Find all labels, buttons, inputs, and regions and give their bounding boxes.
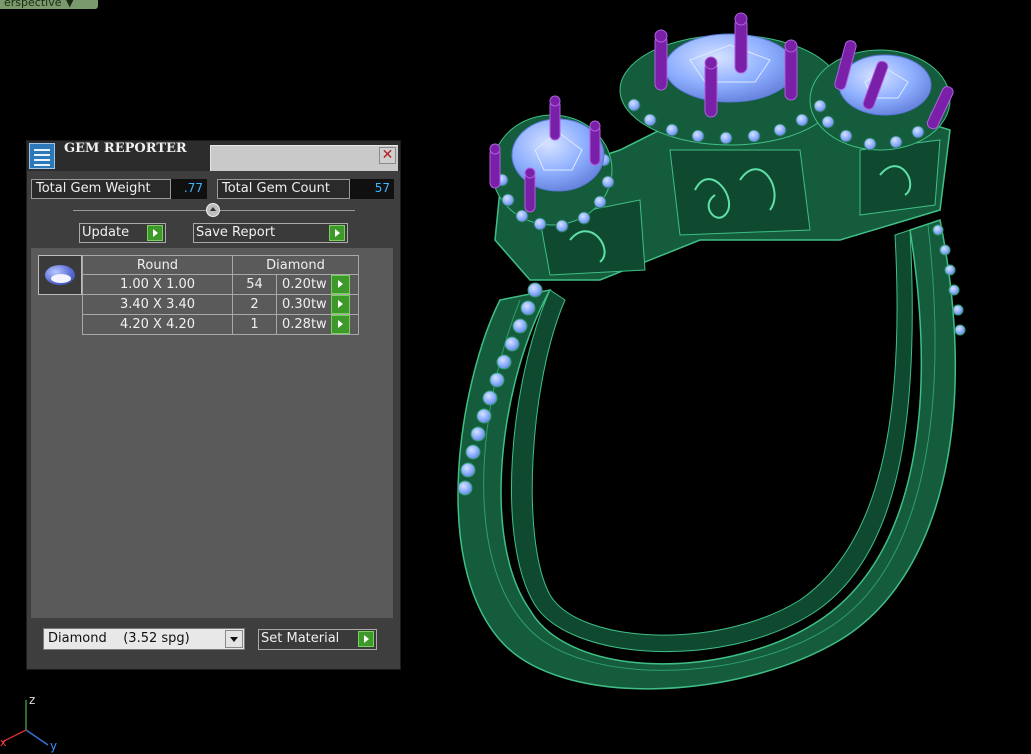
y-axis-line (25, 729, 49, 746)
gem-reporter-icon (29, 143, 55, 169)
total-gem-weight-label: Total Gem Weight (31, 179, 171, 199)
material-select-value: Diamond (3.52 spg) (48, 631, 190, 646)
row-select-icon[interactable] (330, 295, 350, 314)
ring-3d-render[interactable] (440, 0, 1031, 754)
axes-gizmo: z y x (0, 693, 57, 753)
gem-weight: 0.30tw (282, 297, 327, 312)
table-header-row: Round Diamond (82, 255, 359, 275)
header-material: Diamond (232, 255, 359, 275)
z-axis-label: z (29, 693, 35, 707)
gem-size: 4.20 X 4.20 (82, 314, 233, 335)
play-arrow-icon (147, 225, 163, 241)
viewport-dropdown-icon[interactable]: ▼ (65, 0, 73, 8)
update-button[interactable]: Update (79, 223, 166, 243)
set-material-button-label: Set Material (261, 631, 340, 646)
chevron-down-icon[interactable] (225, 630, 243, 648)
play-arrow-icon (358, 631, 374, 647)
gem-size: 1.00 X 1.00 (82, 274, 233, 295)
title-tab-area (210, 145, 398, 171)
update-button-label: Update (82, 225, 130, 240)
table-row[interactable]: 1.00 X 1.00 54 0.20tw (82, 274, 359, 295)
total-gem-weight-value: .77 (171, 179, 207, 199)
gem-weight: 0.28tw (282, 317, 327, 332)
row-select-icon[interactable] (330, 275, 350, 294)
header-shape: Round (82, 255, 233, 275)
gem-weight: 0.20tw (282, 277, 327, 292)
gem-count: 54 (232, 274, 277, 295)
save-report-button[interactable]: Save Report (193, 223, 348, 243)
y-axis-label: y (50, 739, 57, 753)
table-row[interactable]: 3.40 X 3.40 2 0.30tw (82, 294, 359, 315)
round-gem-thumbnail[interactable] (38, 255, 82, 295)
gem-count: 2 (232, 294, 277, 315)
gem-table: Round Diamond 1.00 X 1.00 54 0.20tw 3.40… (82, 255, 359, 335)
x-axis-label: x (0, 736, 7, 749)
total-gem-count-label: Total Gem Count (217, 179, 350, 199)
material-select[interactable]: Diamond (3.52 spg) (43, 628, 245, 650)
total-gem-count-value: 57 (350, 179, 394, 199)
set-material-button[interactable]: Set Material (258, 629, 377, 650)
table-row[interactable]: 4.20 X 4.20 1 0.28tw (82, 314, 359, 335)
row-select-icon[interactable] (330, 315, 350, 334)
gem-reporter-panel: GEM REPORTER ✕ Total Gem Weight .77 Tota… (26, 140, 401, 670)
viewport-label-text: erspective (4, 0, 62, 9)
panel-titlebar[interactable]: GEM REPORTER ✕ (27, 141, 400, 171)
gem-count: 1 (232, 314, 277, 335)
play-arrow-icon (329, 225, 345, 241)
save-report-button-label: Save Report (196, 225, 276, 240)
panel-title: GEM REPORTER (64, 141, 187, 156)
viewport-label[interactable]: erspective ▼ (0, 0, 98, 9)
slider-handle[interactable] (206, 203, 220, 217)
close-icon[interactable]: ✕ (379, 147, 396, 164)
gem-size: 3.40 X 3.40 (82, 294, 233, 315)
